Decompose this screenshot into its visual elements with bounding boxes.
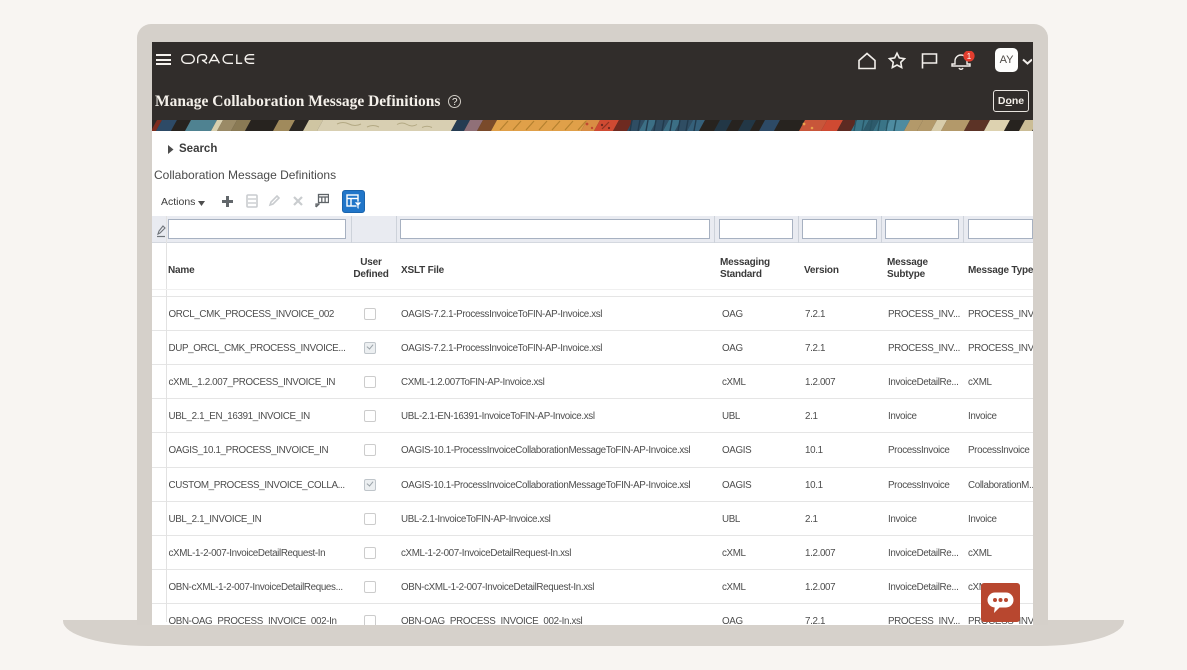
svg-text:1: 1: [967, 52, 972, 61]
